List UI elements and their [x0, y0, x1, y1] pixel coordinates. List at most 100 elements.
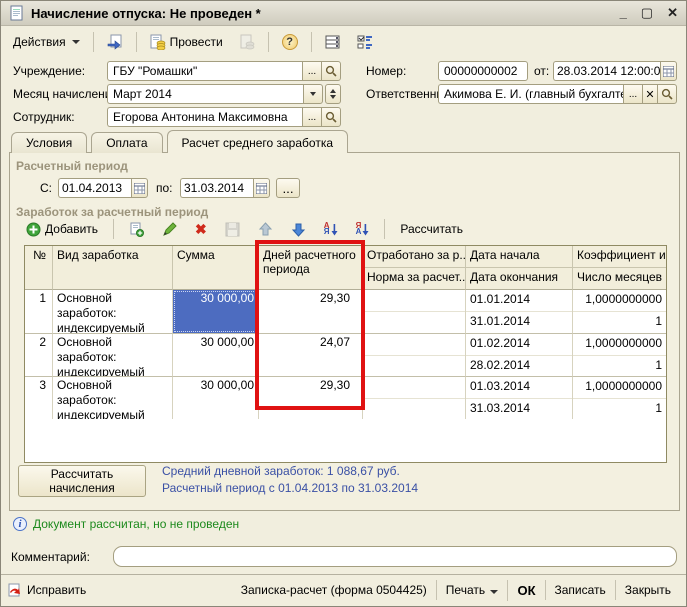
arrow-down-icon	[291, 222, 306, 237]
comment-input[interactable]	[113, 546, 677, 567]
save-disk-icon	[225, 222, 240, 237]
add-row-button[interactable]: Добавить	[20, 219, 104, 240]
spin-down-icon	[330, 95, 336, 99]
col-days[interactable]: Дней расчетного периода	[259, 246, 363, 290]
reread-button[interactable]	[101, 31, 129, 53]
responsible-clear-button[interactable]: ✕	[642, 84, 658, 104]
copy-row-button[interactable]	[123, 219, 150, 240]
help-button[interactable]: ?	[276, 31, 304, 53]
calendar-icon	[256, 183, 267, 194]
chevron-down-icon	[310, 92, 316, 96]
employee-input[interactable]: Егорова Антонина Максимовна	[107, 107, 303, 127]
print-button[interactable]: Печать	[436, 580, 508, 600]
table-body: 1 Основной заработок: индексируемый 30 0…	[25, 290, 666, 419]
employee-open-button[interactable]	[321, 107, 341, 127]
earnings-table[interactable]: № Вид заработка Сумма Дней расчетного пе…	[24, 245, 667, 463]
delete-row-button[interactable]: ✖	[189, 218, 213, 241]
responsible-field: Акимова Е. И. (главный бухгалте ... ✕	[438, 84, 677, 104]
help-icon: ?	[282, 34, 298, 50]
table-header: № Вид заработка Сумма Дней расчетного пе…	[25, 246, 666, 290]
month-dropdown-button[interactable]	[303, 84, 323, 104]
responsible-open-button[interactable]	[657, 84, 677, 104]
fix-button[interactable]: Исправить	[27, 583, 86, 597]
unpost-button[interactable]	[233, 31, 261, 53]
maximize-button[interactable]: ▢	[641, 5, 653, 21]
summary-text: Средний дневной заработок: 1 088,67 руб.…	[162, 463, 418, 497]
institution-field: ГБУ "Ромашки" ...	[107, 61, 341, 81]
number-input[interactable]: 00000000002	[438, 61, 528, 81]
responsible-input[interactable]: Акимова Е. И. (главный бухгалте	[438, 84, 624, 104]
toolbar-separator	[136, 32, 137, 52]
average-earnings-panel: Расчетный период С: 01.04.2013 по: 31.03…	[9, 152, 680, 511]
window-title: Начисление отпуска: Не проведен *	[31, 6, 614, 21]
ok-button[interactable]: ОК	[507, 580, 544, 601]
post-button[interactable]: Провести	[144, 31, 229, 53]
calculate-button[interactable]: Рассчитать	[394, 219, 469, 239]
edit-row-button[interactable]	[156, 219, 183, 240]
col-sum[interactable]: Сумма	[173, 246, 259, 290]
institution-input[interactable]: ГБУ "Ромашки"	[107, 61, 303, 81]
table-row[interactable]: 2 Основной заработок: индексируемый 30 0…	[25, 333, 666, 376]
month-input[interactable]: Март 2014	[107, 84, 304, 104]
sort-descending-button[interactable]: ЯА	[350, 220, 376, 239]
minimize-button[interactable]: _	[620, 5, 627, 21]
employee-select-button[interactable]: ...	[302, 107, 322, 127]
list-icon	[325, 34, 341, 50]
sort-ascending-button[interactable]: АЯ	[318, 220, 344, 239]
date-calendar-button[interactable]	[660, 61, 677, 81]
spin-up-icon	[330, 89, 336, 93]
move-down-button[interactable]	[285, 219, 312, 240]
employee-field: Егорова Антонина Максимовна ...	[107, 107, 341, 127]
date-input[interactable]: 28.03.2014 12:00:01	[553, 61, 661, 81]
list-view-button[interactable]	[319, 31, 347, 53]
delete-icon: ✖	[195, 221, 207, 238]
period-from-input[interactable]: 01.04.2013	[58, 178, 132, 198]
institution-select-button[interactable]: ...	[302, 61, 322, 81]
tab-conditions[interactable]: Условия	[11, 132, 87, 153]
tab-average-earnings[interactable]: Расчет среднего заработка	[167, 130, 349, 153]
toolbar-separator	[384, 219, 385, 239]
document-icon	[9, 5, 25, 21]
footer-bar: Исправить Записка-расчет (форма 0504425)…	[1, 574, 686, 605]
month-spinner[interactable]	[325, 84, 341, 104]
institution-label: Учреждение:	[13, 64, 85, 78]
employee-label: Сотрудник:	[13, 110, 75, 124]
period-from-calendar-button[interactable]	[131, 178, 148, 198]
magnifier-icon	[325, 65, 337, 77]
col-dates[interactable]: Дата начала Дата окончания	[466, 246, 573, 290]
reread-icon	[107, 34, 123, 50]
sort-za-icon: ЯА	[356, 223, 370, 236]
move-up-button[interactable]	[252, 219, 279, 240]
close-form-button[interactable]: Закрыть	[615, 580, 680, 600]
period-to-field: 31.03.2014	[180, 178, 270, 198]
period-more-button[interactable]: ...	[276, 178, 300, 198]
calculate-accruals-button[interactable]: Рассчитать начисления	[18, 465, 146, 497]
close-button[interactable]: ✕	[667, 5, 678, 21]
institution-open-button[interactable]	[321, 61, 341, 81]
col-worked-norm[interactable]: Отработано за р... Норма за расчет...	[363, 246, 466, 290]
actions-label: Действия	[13, 35, 66, 49]
period-from-label: С:	[40, 181, 52, 195]
end-edit-button[interactable]	[219, 219, 246, 240]
table-row[interactable]: 1 Основной заработок: индексируемый 30 0…	[25, 290, 666, 333]
calculate-label: Рассчитать	[400, 222, 463, 236]
period-to-input[interactable]: 31.03.2014	[180, 178, 254, 198]
report-note-button[interactable]: Записка-расчет (форма 0504425)	[232, 580, 436, 600]
col-coeff-months[interactable]: Коэффициент ин... Число месяцев	[573, 246, 666, 290]
tab-payment[interactable]: Оплата	[91, 132, 162, 153]
actions-menu-button[interactable]: Действия	[7, 32, 86, 52]
post-document-icon	[150, 34, 166, 50]
fix-icon	[7, 583, 22, 598]
calc-period-text: Расчетный период с 01.04.2013 по 31.03.2…	[162, 480, 418, 497]
save-button[interactable]: Записать	[545, 580, 615, 600]
table-row[interactable]: 3 Основной заработок: индексируемый 30 0…	[25, 376, 666, 419]
date-label: от:	[534, 64, 549, 78]
col-type[interactable]: Вид заработка	[53, 246, 173, 290]
sort-az-icon: АЯ	[324, 223, 338, 236]
magnifier-icon	[325, 111, 337, 123]
list-settings-button[interactable]	[351, 31, 379, 53]
date-field: 28.03.2014 12:00:01	[553, 61, 677, 81]
period-to-calendar-button[interactable]	[253, 178, 270, 198]
responsible-select-button[interactable]: ...	[623, 84, 643, 104]
col-num[interactable]: №	[25, 246, 53, 290]
